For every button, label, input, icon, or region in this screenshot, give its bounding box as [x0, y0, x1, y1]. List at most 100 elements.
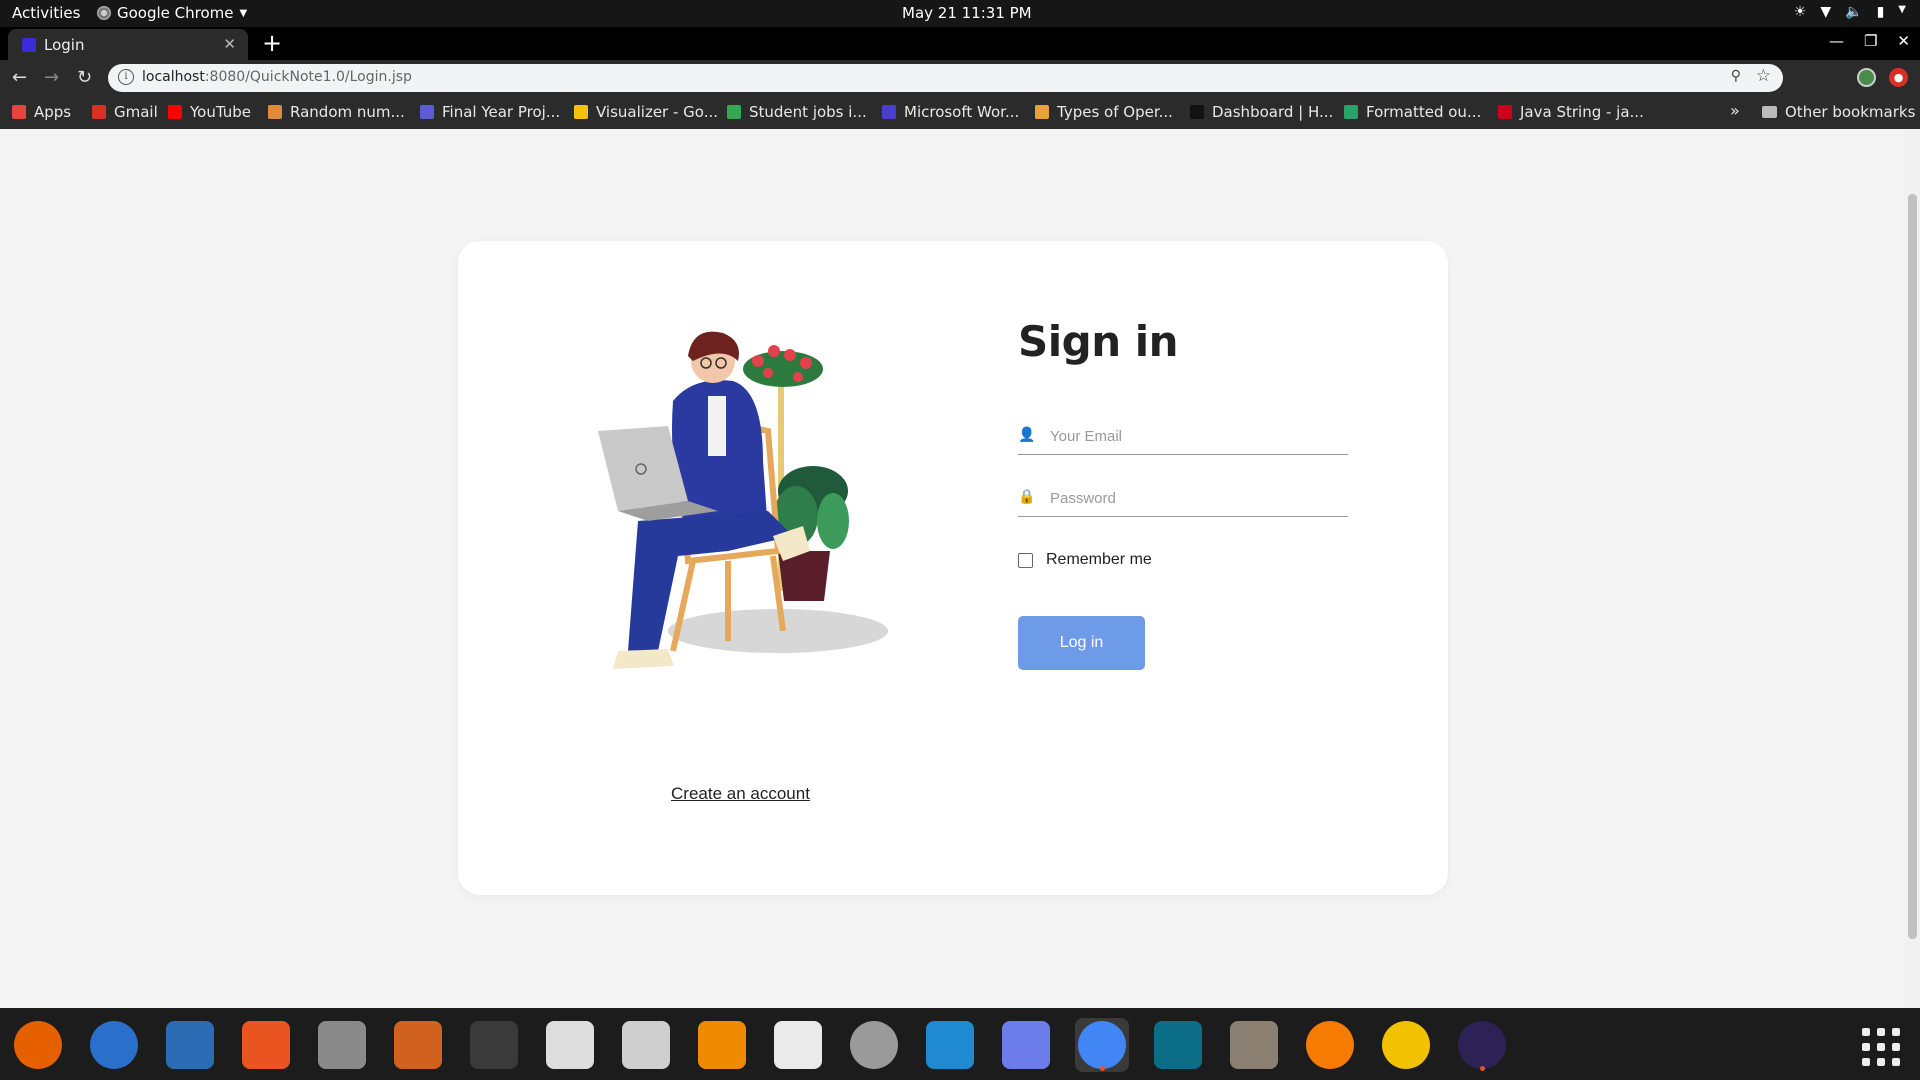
dock-intellij[interactable]: [1151, 1018, 1205, 1072]
dock-settings[interactable]: [847, 1018, 901, 1072]
chrome-icon: [1078, 1021, 1126, 1069]
power-menu-icon: ▼: [1898, 4, 1906, 15]
new-tab-button[interactable]: +: [262, 29, 282, 57]
bookmark-favicon-icon: [168, 105, 182, 119]
bookmark-star-icon[interactable]: ☆: [1756, 66, 1771, 86]
remember-me-checkbox[interactable]: [1018, 552, 1033, 568]
brightness-icon: ☀: [1793, 4, 1807, 20]
bookmark-item[interactable]: Random num...: [268, 103, 405, 121]
wifi-icon: ▼: [1820, 4, 1832, 20]
dock-files[interactable]: [543, 1018, 597, 1072]
rhythmbox-icon: [1382, 1021, 1430, 1069]
url-path: :8080/QuickNote1.0/Login.jsp: [204, 69, 412, 85]
restore-icon[interactable]: ❐: [1864, 32, 1877, 50]
scrollbar-thumb[interactable]: [1908, 194, 1917, 939]
bookmark-label: Gmail: [114, 103, 158, 121]
bookmark-item[interactable]: Visualizer - Go...: [574, 103, 718, 121]
bookmark-item[interactable]: Formatted ou...: [1344, 103, 1481, 121]
other-bookmarks-label: Other bookmarks: [1785, 103, 1916, 121]
activities-button[interactable]: Activities: [12, 4, 80, 22]
email-input[interactable]: [1050, 423, 1340, 449]
forward-icon[interactable]: →: [44, 67, 59, 88]
bookmark-favicon-icon: [727, 105, 741, 119]
bookmark-item[interactable]: YouTube: [168, 103, 251, 121]
bookmark-item[interactable]: Student jobs i...: [727, 103, 867, 121]
show-applications-icon[interactable]: [1862, 1028, 1900, 1066]
dock-firefox[interactable]: [11, 1018, 65, 1072]
page-scrollbar[interactable]: [1905, 129, 1920, 1008]
site-info-icon[interactable]: i: [118, 69, 134, 85]
bookmark-item[interactable]: Microsoft Wor...: [882, 103, 1019, 121]
bookmark-label: Visualizer - Go...: [596, 103, 719, 121]
system-tray[interactable]: ☀ ▼ 🔈 ▮ ▼: [1794, 4, 1906, 20]
volume-icon: 🔈: [1845, 4, 1863, 20]
dock-screenshot[interactable]: [999, 1018, 1053, 1072]
create-account-link[interactable]: Create an account: [671, 784, 810, 804]
tab-close-icon[interactable]: ✕: [223, 35, 236, 53]
blender-icon: [1306, 1021, 1354, 1069]
password-input[interactable]: [1050, 485, 1340, 511]
zoom-icon[interactable]: ⚲: [1731, 68, 1741, 84]
dock-rhythmbox[interactable]: [1379, 1018, 1433, 1072]
bookmark-item[interactable]: Final Year Proj...: [420, 103, 560, 121]
ubuntu-software-icon: [242, 1021, 290, 1069]
extension-icon[interactable]: [1857, 68, 1876, 87]
clock[interactable]: May 21 11:31 PM: [902, 4, 1032, 22]
close-window-icon[interactable]: ✕: [1897, 32, 1910, 50]
bookmark-label: Microsoft Wor...: [904, 103, 1020, 121]
bookmarks-bar: Apps Gmail YouTube Random num... Final Year …: [0, 96, 1920, 129]
bookmark-favicon-icon: [268, 105, 282, 119]
dock-libreoffice-writer[interactable]: [163, 1018, 217, 1072]
bookmark-item[interactable]: Apps: [12, 103, 71, 121]
minimize-icon[interactable]: —: [1829, 32, 1844, 50]
thunderbird-icon: [90, 1021, 138, 1069]
ubuntu-dock: [0, 1008, 1920, 1080]
bookmark-item[interactable]: Java String - ja...: [1498, 103, 1644, 121]
more-bookmarks-icon[interactable]: »: [1730, 101, 1740, 120]
bookmark-favicon-icon: [1498, 105, 1512, 119]
bookmark-item[interactable]: Types of Oper...: [1035, 103, 1173, 121]
page-viewport: Create an account Sign in 👤 🔒 Remember m…: [0, 129, 1920, 1008]
dock-vscode[interactable]: [923, 1018, 977, 1072]
vscode-icon: [926, 1021, 974, 1069]
bookmark-item[interactable]: Dashboard | H...: [1190, 103, 1333, 121]
dock-text-editor[interactable]: [771, 1018, 825, 1072]
dock-database[interactable]: [315, 1018, 369, 1072]
reload-icon[interactable]: ↻: [77, 67, 92, 88]
database-icon: [318, 1021, 366, 1069]
app-menu[interactable]: Google Chrome ▼: [97, 4, 247, 22]
other-bookmarks[interactable]: Other bookmarks: [1762, 103, 1915, 121]
screenshot-icon: [1002, 1021, 1050, 1069]
running-indicator: [1099, 1066, 1105, 1071]
remember-me[interactable]: Remember me: [1018, 551, 1152, 569]
remember-me-label: Remember me: [1046, 551, 1152, 568]
eclipse-icon: [1458, 1021, 1506, 1069]
dock-libreoffice-impress[interactable]: [391, 1018, 445, 1072]
user-icon: 👤: [1018, 427, 1036, 443]
profile-extension-icon[interactable]: ●: [1889, 68, 1908, 87]
password-field-row: 🔒: [1018, 481, 1348, 517]
url-host: localhost: [142, 69, 205, 85]
address-bar[interactable]: i localhost:8080/QuickNote1.0/Login.jsp …: [108, 64, 1783, 92]
files-icon: [546, 1021, 594, 1069]
dock-gimp[interactable]: [1227, 1018, 1281, 1072]
login-button[interactable]: Log in: [1018, 616, 1145, 670]
dock-image-viewer[interactable]: [619, 1018, 673, 1072]
dock-eclipse[interactable]: [1455, 1018, 1509, 1072]
dock-vlc[interactable]: [695, 1018, 749, 1072]
dock-terminal[interactable]: [467, 1018, 521, 1072]
chrome-app-icon: [97, 6, 111, 20]
bookmark-item[interactable]: Gmail: [92, 103, 158, 121]
back-icon[interactable]: ←: [12, 67, 27, 88]
vlc-icon: [698, 1021, 746, 1069]
image-viewer-icon: [622, 1021, 670, 1069]
page-title: Sign in: [1018, 317, 1179, 366]
dock-chrome[interactable]: [1075, 1018, 1129, 1072]
dock-thunderbird[interactable]: [87, 1018, 141, 1072]
bookmark-label: Apps: [34, 103, 72, 121]
bookmark-favicon-icon: [12, 105, 26, 119]
dock-blender[interactable]: [1303, 1018, 1357, 1072]
url-text[interactable]: localhost:8080/QuickNote1.0/Login.jsp: [142, 69, 412, 85]
browser-tab[interactable]: Login ✕: [8, 29, 248, 60]
dock-ubuntu-software[interactable]: [239, 1018, 293, 1072]
